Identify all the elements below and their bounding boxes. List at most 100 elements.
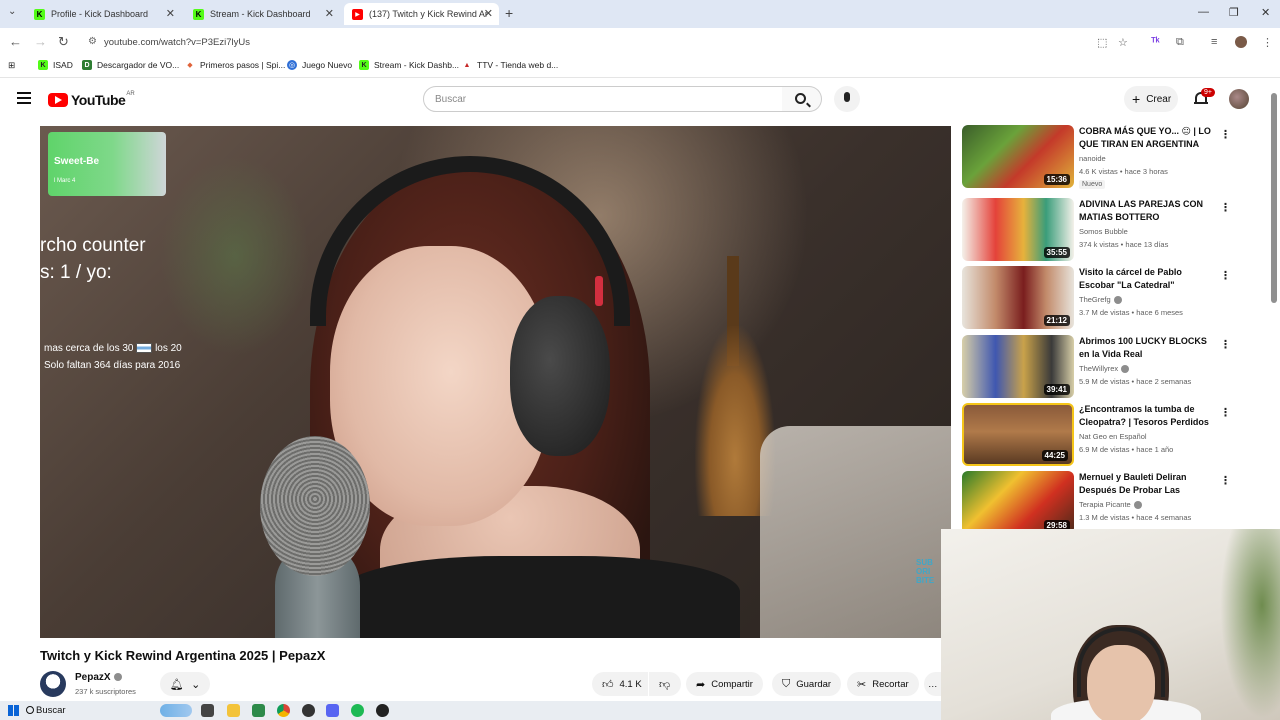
obs-icon[interactable] [302, 704, 315, 717]
install-app-icon[interactable]: ⬚ [1097, 36, 1107, 49]
more-options-icon[interactable]: ⋮ [1220, 474, 1231, 487]
channel-name-row[interactable]: PepazX [75, 672, 122, 683]
recommendation-channel[interactable]: nanoide [1079, 154, 1106, 163]
recommendation-title[interactable]: ADIVINA LAS PAREJAS CON MATIAS BOTTERO [1079, 198, 1214, 224]
close-window-icon[interactable]: ✕ [1261, 6, 1270, 19]
recommendation-channel[interactable]: TheWillyrex [1079, 364, 1118, 373]
scrollbar-thumb[interactable] [1271, 93, 1277, 303]
app-icon[interactable] [376, 704, 389, 717]
youtube-wordmark: YouTube [71, 92, 126, 108]
recommendation-item[interactable]: 29:58 Mernuel y Bauleti Deliran Después … [962, 471, 1262, 535]
recommendation-item[interactable]: 39:41 Abrimos 100 LUCKY BLOCKS en la Vid… [962, 335, 1262, 399]
search-input[interactable]: Buscar [423, 86, 783, 112]
browser-tab-bar: ⌄ K Profile - Kick Dashboard ✕ K Stream … [0, 0, 1280, 28]
bookmark-label: Primeros pasos | Spi... [200, 60, 286, 70]
recommendation-item[interactable]: 21:12 Visito la cárcel de Pablo Escobar … [962, 266, 1262, 330]
clip-button[interactable]: ✂ Recortar [847, 672, 919, 696]
bookmark-star-icon[interactable]: ☆ [1118, 36, 1128, 49]
page-scrollbar[interactable] [1270, 88, 1278, 528]
more-options-icon[interactable]: ⋮ [1220, 201, 1231, 214]
more-actions-button[interactable]: … [924, 672, 941, 696]
create-button[interactable]: + Crear [1124, 86, 1178, 112]
site-info-icon[interactable]: ⚙ [88, 36, 97, 47]
bookmark-ttv[interactable]: ▲ TTV - Tienda web d... [462, 60, 559, 70]
taskbar-search[interactable]: Buscar [26, 703, 156, 718]
tab-list-chevron-icon[interactable]: ⌄ [8, 6, 16, 17]
stream-note-overlay: mas cerca de los 30 los 20 Solo faltan 3… [44, 340, 182, 374]
search-button[interactable] [782, 86, 822, 112]
video-thumbnail[interactable]: 29:58 [962, 471, 1074, 534]
more-options-icon[interactable]: ⋮ [1220, 269, 1231, 282]
back-icon[interactable]: ← [9, 34, 22, 49]
video-thumbnail[interactable]: 15:36 [962, 125, 1074, 188]
minimize-icon[interactable]: — [1198, 6, 1209, 18]
channel-name[interactable]: PepazX [75, 672, 111, 683]
url-field[interactable]: ⚙ youtube.com/watch?v=P3Ezi7lyUs [82, 32, 1142, 52]
profile-avatar-icon[interactable] [1235, 36, 1247, 48]
windows-start-icon[interactable] [8, 705, 19, 716]
dislike-button[interactable]: 👎︎ [649, 672, 681, 696]
video-thumbnail[interactable]: 39:41 [962, 335, 1074, 398]
apps-grid-icon[interactable]: ⊞ [8, 60, 15, 71]
extension-icon[interactable]: ᵀᵏ [1151, 36, 1160, 48]
recommendation-title[interactable]: ¿Encontramos la tumba de Cleopatra? | Te… [1079, 403, 1214, 430]
recommendation-title[interactable]: Mernuel y Bauleti Deliran Después De Pro… [1079, 471, 1214, 498]
tab-youtube-video[interactable]: ▶ (137) Twitch y Kick Rewind Arg ✕ [344, 3, 499, 25]
store-icon[interactable] [252, 704, 265, 717]
download-favicon-icon: D [82, 60, 92, 70]
widgets-icon[interactable] [160, 704, 192, 717]
reload-icon[interactable]: ↻ [58, 34, 69, 50]
recommendation-channel-row[interactable]: Terapia Picante [1079, 500, 1142, 510]
more-options-icon[interactable]: ⋮ [1220, 406, 1231, 419]
new-tab-icon[interactable]: + [505, 5, 513, 21]
channel-avatar[interactable] [40, 671, 66, 697]
close-tab-icon[interactable]: ✕ [166, 7, 175, 20]
recommendation-channel[interactable]: Terapia Picante [1079, 500, 1131, 509]
recommendation-channel[interactable]: Nat Geo en Español [1079, 432, 1147, 441]
voice-search-mic-icon[interactable] [834, 86, 860, 112]
spotify-icon[interactable] [351, 704, 364, 717]
video-thumbnail[interactable]: 44:25 [962, 403, 1074, 466]
recommendation-title[interactable]: COBRA MÁS QUE YO... 😐 | LO QUE TIRAN EN … [1079, 125, 1214, 151]
save-button[interactable]: ⛉ Guardar [772, 672, 842, 696]
file-explorer-icon[interactable] [227, 704, 240, 717]
maximize-icon[interactable]: ❐ [1229, 6, 1239, 19]
task-view-icon[interactable] [201, 704, 214, 717]
bookmark-descargador[interactable]: D Descargador de VO... [82, 60, 179, 70]
video-player[interactable]: Sweet-Be l Marc 4 rcho counter s: 1 / yo… [40, 126, 951, 638]
bookmark-primeros-pasos[interactable]: ◆ Primeros pasos | Spi... [185, 60, 285, 70]
close-tab-icon[interactable]: ✕ [484, 7, 493, 20]
share-button[interactable]: ➦ Compartir [686, 672, 763, 696]
bookmark-isad[interactable]: K ISAD [38, 60, 73, 70]
more-options-icon[interactable]: ⋮ [1220, 338, 1231, 351]
video-thumbnail[interactable]: 35:55 [962, 198, 1074, 261]
more-options-icon[interactable]: ⋮ [1220, 128, 1231, 141]
reading-list-icon[interactable]: ≡ [1211, 36, 1217, 48]
tab-profile-kick[interactable]: K Profile - Kick Dashboard ✕ [26, 3, 181, 25]
subscription-bell-button[interactable]: 🔔︎ ⌄ [160, 672, 210, 696]
recommendation-title[interactable]: Visito la cárcel de Pablo Escobar "La Ca… [1079, 266, 1214, 292]
recommendation-meta: 5.9 M de vistas • hace 2 semanas [1079, 377, 1192, 386]
menu-hamburger-icon[interactable] [17, 92, 31, 104]
more-menu-icon[interactable]: ⋮ [1262, 36, 1273, 49]
tab-stream-kick[interactable]: K Stream - Kick Dashboard ✕ [185, 3, 340, 25]
extensions-puzzle-icon[interactable]: ⧉ [1176, 36, 1184, 49]
bookmark-juego-nuevo[interactable]: ◎ Juego Nuevo [287, 60, 352, 70]
forward-icon[interactable]: → [34, 34, 47, 49]
recommendation-channel[interactable]: Somos Bubble [1079, 227, 1128, 236]
recommendation-item[interactable]: 44:25 ¿Encontramos la tumba de Cleopatra… [962, 403, 1262, 467]
recommendation-channel[interactable]: TheGrefg [1079, 295, 1111, 304]
recommendation-item[interactable]: 35:55 ADIVINA LAS PAREJAS CON MATIAS BOT… [962, 198, 1262, 262]
bookmark-stream-kick[interactable]: K Stream - Kick Dashb... [359, 60, 459, 70]
video-thumbnail[interactable]: 21:12 [962, 266, 1074, 329]
close-tab-icon[interactable]: ✕ [325, 7, 334, 20]
like-button[interactable]: 👍︎ 4.1 K [592, 672, 648, 696]
recommendation-channel-row[interactable]: TheWillyrex [1079, 364, 1130, 374]
recommendation-item[interactable]: 15:36 COBRA MÁS QUE YO... 😐 | LO QUE TIR… [962, 125, 1262, 189]
youtube-logo[interactable]: YouTube AR [48, 91, 135, 108]
account-avatar[interactable] [1229, 89, 1249, 109]
recommendation-title[interactable]: Abrimos 100 LUCKY BLOCKS en la Vida Real [1079, 335, 1214, 361]
chrome-icon[interactable] [277, 704, 290, 717]
recommendation-channel-row[interactable]: TheGrefg [1079, 295, 1122, 305]
discord-icon[interactable] [326, 704, 339, 717]
